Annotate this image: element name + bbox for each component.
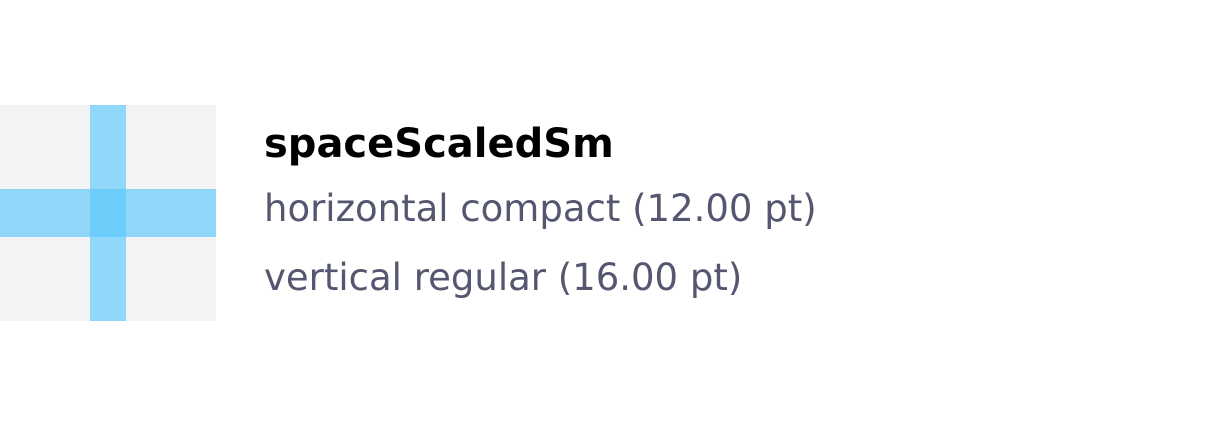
horizontal-spacing-label: horizontal compact (12.00 pt)	[264, 187, 817, 230]
spacing-preview-swatch	[0, 105, 216, 321]
token-name: spaceScaledSm	[264, 121, 614, 167]
vertical-spacing-label: vertical regular (16.00 pt)	[264, 256, 743, 299]
horizontal-spacing-bar	[0, 189, 216, 237]
